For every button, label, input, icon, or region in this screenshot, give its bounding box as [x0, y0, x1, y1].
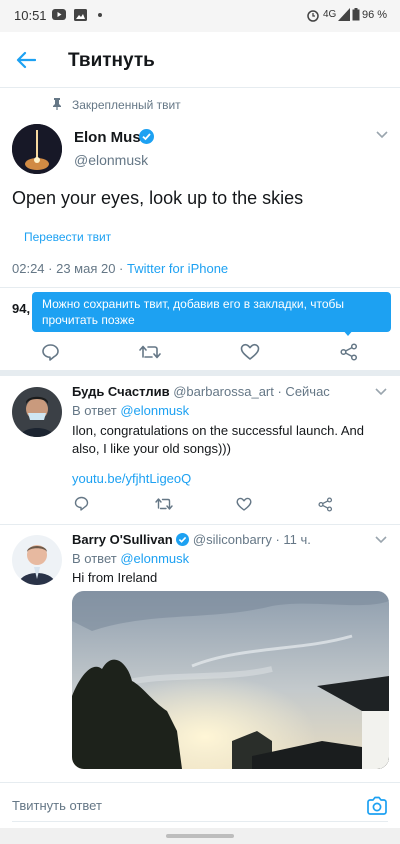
reply-1-like-heart-icon[interactable]: [236, 497, 252, 511]
reply-1-in-reply-to: В ответ @elonmusk: [72, 403, 189, 418]
bookmark-tooltip[interactable]: Можно сохранить твит, добавив его в закл…: [32, 292, 391, 332]
tweet-source-link[interactable]: Twitter for iPhone: [127, 261, 228, 276]
reply-compose-bar: Твитнуть ответ: [0, 782, 400, 828]
main-tweet-text: Open your eyes, look up to the skies: [12, 188, 304, 208]
youtube-notification-icon: [52, 9, 66, 20]
reply-1-author-name[interactable]: Будь Счастлив: [72, 384, 170, 399]
pin-icon: [52, 98, 62, 110]
share-icon[interactable]: [340, 343, 358, 361]
gallery-notification-icon: [74, 9, 87, 21]
reply-1-text: Ilon, congratulations on the successful …: [72, 423, 364, 456]
compose-underline: [12, 821, 388, 822]
bookmark-tooltip-text: Можно сохранить твит, добавив его в закл…: [42, 297, 345, 327]
reply-1-header: Будь Счастлив @barbarossa_art · Сейчас: [72, 384, 330, 399]
reply-2-avatar[interactable]: [12, 535, 62, 585]
page-title: Твитнуть: [68, 50, 155, 71]
reply-1-avatar[interactable]: [12, 387, 62, 437]
reply-2-photo[interactable]: [72, 591, 389, 769]
translate-tweet-link[interactable]: Перевести твит: [24, 230, 111, 244]
reply-2-header: Barry O'Sullivan @siliconbarry · 11 ч.: [72, 532, 311, 547]
signal-icon: [338, 8, 350, 21]
reply-1-in-reply-to-handle[interactable]: @elonmusk: [120, 403, 189, 418]
battery-percent: 96 %: [362, 9, 388, 21]
reply-1-in-reply-to-label: В ответ: [72, 403, 121, 418]
divider: [0, 287, 400, 288]
reply-2-verified-badge-icon: [176, 533, 190, 546]
reply-1-retweet-icon[interactable]: [155, 497, 173, 511]
verified-badge-icon: [139, 129, 154, 144]
reply-1-chevron-down-icon[interactable]: [375, 388, 387, 396]
like-heart-icon[interactable]: [240, 343, 260, 361]
divider: [0, 524, 400, 525]
pinned-tweet-label: Закрепленный твит: [72, 98, 181, 112]
reply-2-handle[interactable]: @siliconbarry: [193, 532, 272, 547]
reply-compose-input[interactable]: Твитнуть ответ: [12, 798, 102, 813]
reply-2-author-name[interactable]: Barry O'Sullivan: [72, 532, 173, 547]
main-tweet-handle[interactable]: @elonmusk: [74, 152, 148, 168]
main-tweet-stats[interactable]: 94,: [12, 301, 30, 316]
camera-icon[interactable]: [366, 796, 388, 816]
back-arrow-icon[interactable]: [16, 51, 36, 69]
more-notifications-dot-icon: [98, 13, 102, 17]
reply-2-text: Hi from Ireland: [72, 570, 158, 585]
network-type: 4G: [323, 9, 337, 20]
battery-icon: [352, 8, 360, 21]
section-divider: [0, 370, 400, 376]
reply-1-share-icon[interactable]: [318, 497, 333, 512]
main-tweet-author-name[interactable]: Elon Musk: [74, 129, 149, 146]
main-tweet-meta: 02:24 · 23 мая 20 · Twitter for iPhone: [12, 261, 228, 276]
main-tweet-chevron-down-icon[interactable]: [376, 131, 388, 139]
status-time: 10:51: [14, 8, 47, 23]
reply-icon[interactable]: [41, 343, 60, 361]
tooltip-pointer: [342, 329, 354, 336]
reply-2-in-reply-to: В ответ @elonmusk: [72, 551, 189, 566]
gesture-navigation-bar: [0, 828, 400, 844]
status-bar: 10:51 4G 96 %: [0, 0, 400, 32]
retweet-icon[interactable]: [139, 344, 161, 360]
reply-2-time: · 11 ч.: [271, 532, 311, 547]
home-gesture-handle[interactable]: [166, 834, 234, 838]
reply-2-in-reply-to-label: В ответ: [72, 551, 121, 566]
elon-musk-avatar[interactable]: [12, 124, 62, 174]
reply-1-reply-icon[interactable]: [74, 496, 89, 511]
reply-1-time: · Сейчас: [273, 384, 330, 399]
reply-2-chevron-down-icon[interactable]: [375, 536, 387, 544]
top-app-bar: Твитнуть: [0, 32, 400, 88]
reply-1-handle[interactable]: @barbarossa_art: [173, 384, 274, 399]
alarm-icon: [306, 8, 320, 22]
reply-1-link[interactable]: youtu.be/yfjhtLigeoQ: [72, 471, 191, 486]
reply-2-in-reply-to-handle[interactable]: @elonmusk: [120, 551, 189, 566]
main-tweet-timestamp: 02:24 · 23 мая 20 ·: [12, 261, 127, 276]
